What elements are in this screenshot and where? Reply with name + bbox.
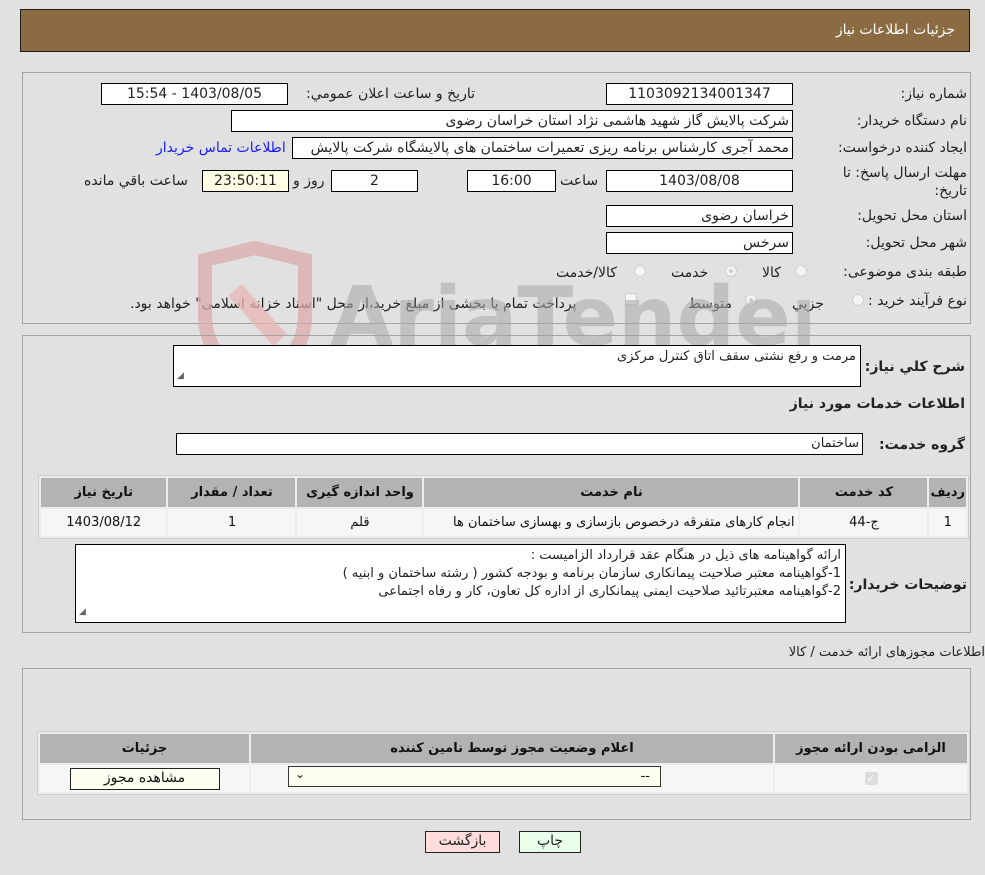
col-need-date: تاریخ نیاز	[41, 478, 167, 507]
category-label: طبقه بندی موضوعی:	[843, 264, 967, 280]
city-field: سرخس	[606, 232, 793, 254]
deadline-label: مهلت ارسال پاسخ: تا	[842, 165, 967, 181]
page-title: جزئيات اطلاعات نياز	[835, 22, 955, 38]
cell-permit-status: -- ⌄	[251, 765, 773, 792]
deadline-label-2: تاریخ:	[934, 183, 967, 199]
need-number-label: شماره نیاز:	[900, 86, 968, 102]
table-row: ✓ -- ⌄ مشاهده مجوز	[40, 765, 967, 792]
required-checkbox-checked-icon: ✓	[864, 772, 878, 785]
resize-grip-icon[interactable]: ◢	[177, 367, 184, 385]
process-radio-minor[interactable]	[852, 294, 864, 306]
services-table-header: رديف کد خدمت نام خدمت واحد اندازه گيری ت…	[41, 478, 966, 507]
process-option-medium: متوسط	[688, 296, 732, 312]
resize-grip-icon[interactable]: ◢	[79, 603, 86, 621]
chevron-down-icon: ⌄	[295, 767, 306, 781]
cell-permit-details: مشاهده مجوز	[40, 765, 249, 792]
deadline-time-label: ساعت	[560, 173, 599, 189]
back-button[interactable]: بازگشت	[425, 831, 500, 853]
category-radio-service[interactable]	[725, 265, 737, 277]
buyer-notes-textarea[interactable]: ارائه گواهینامه های ذیل در هنگام عقد قرا…	[75, 544, 846, 623]
province-label: استان محل تحویل:	[857, 208, 967, 224]
treasury-checkbox[interactable]	[625, 293, 637, 305]
permit-status-value: --	[640, 769, 650, 784]
description-textarea[interactable]: مرمت و رفع نشتی سقف اتاق کنترل مرکزی ◢	[173, 345, 861, 387]
permits-table: الزامی بودن ارائه مجوز اعلام وضعیت مجوز …	[37, 731, 970, 795]
buyer-org-label: نام دستگاه خریدار:	[856, 113, 967, 129]
buyer-notes-line-1: ارائه گواهینامه های ذیل در هنگام عقد قرا…	[530, 548, 841, 563]
creator-field: محمد آجری کارشناس برنامه ریزی تعمیرات سا…	[292, 137, 793, 159]
table-row: 1 ج-44 انجام کارهای متفرقه درخصوص بازساز…	[41, 509, 966, 536]
cell-row: 1	[929, 509, 966, 536]
col-row: رديف	[929, 478, 966, 507]
col-permit-details: جزئیات	[40, 734, 249, 763]
category-option-service: خدمت	[671, 265, 709, 281]
announce-date-field: 1403/08/05 - 15:54	[101, 83, 288, 105]
permits-section-title: اطلاعات مجوزهای ارائه خدمت / کالا	[788, 645, 985, 660]
creator-label: ایجاد کننده درخواست:	[838, 140, 967, 156]
permits-table-wrap: الزامی بودن ارائه مجوز اعلام وضعیت مجوز …	[37, 731, 970, 795]
category-radio-goods[interactable]	[795, 265, 807, 277]
time-remaining-field: 23:50:11	[202, 170, 289, 192]
col-service-code: کد خدمت	[800, 478, 928, 507]
days-label: روز و	[293, 173, 325, 189]
buyer-notes-line-3: 2-گواهینامه معتبرتائید صلاحیت ایمنی پیما…	[378, 584, 841, 599]
city-label: شهر محل تحویل:	[865, 235, 967, 251]
deadline-date-field: 1403/08/08	[606, 170, 793, 192]
category-option-goods-service: کالا/خدمت	[556, 265, 617, 281]
description-label: شرح کلي نياز:	[864, 359, 965, 375]
col-quantity: تعداد / مقدار	[168, 478, 296, 507]
permit-status-select[interactable]: -- ⌄	[288, 766, 661, 787]
col-permit-required: الزامی بودن ارائه مجوز	[775, 734, 967, 763]
cell-quantity: 1	[168, 509, 296, 536]
process-radio-medium[interactable]	[745, 294, 757, 306]
description-text: مرمت و رفع نشتی سقف اتاق کنترل مرکزی	[617, 349, 856, 364]
deadline-time-field: 16:00	[467, 170, 556, 192]
category-option-goods: کالا	[762, 265, 781, 281]
permits-table-header: الزامی بودن ارائه مجوز اعلام وضعیت مجوز …	[40, 734, 967, 763]
cell-unit: قلم	[297, 509, 423, 536]
service-group-field: ساختمان	[176, 433, 863, 455]
cell-need-date: 1403/08/12	[41, 509, 167, 536]
cell-service-name: انجام کارهای متفرقه درخصوص بازسازی و بهس…	[424, 509, 799, 536]
province-field: خراسان رضوی	[606, 205, 793, 227]
process-label: نوع فرآیند خرید :	[868, 293, 967, 309]
col-service-name: نام خدمت	[424, 478, 799, 507]
cell-service-code: ج-44	[800, 509, 928, 536]
service-group-label: گروه خدمت:	[879, 437, 965, 453]
cell-permit-required: ✓	[775, 765, 967, 792]
buyer-notes-label: توضيحات خريدار:	[848, 577, 967, 593]
col-permit-status: اعلام وضعیت مجوز توسط نامین کننده	[251, 734, 773, 763]
services-table-wrap: رديف کد خدمت نام خدمت واحد اندازه گيری ت…	[38, 475, 969, 539]
print-button[interactable]: چاپ	[519, 831, 581, 853]
buyer-contact-link[interactable]: اطلاعات تماس خریدار	[156, 140, 286, 156]
process-option-minor: جزيي	[792, 296, 824, 312]
buyer-notes-line-2: 1-گواهینامه معتبر صلاحیت پیمانکاری سازما…	[342, 566, 841, 581]
days-remaining-field: 2	[331, 170, 418, 192]
page-header: جزئيات اطلاعات نياز	[20, 9, 970, 52]
need-number-field: 1103092134001347	[606, 83, 793, 105]
col-unit: واحد اندازه گيری	[297, 478, 423, 507]
buyer-org-field: شرکت پالایش گاز شهید هاشمی نژاد استان خر…	[231, 110, 793, 132]
treasury-note: پرداخت تمام یا بخشی از مبلغ خرید،از محل …	[130, 296, 577, 312]
time-remaining-label: ساعت باقي مانده	[84, 173, 188, 189]
view-permit-button[interactable]: مشاهده مجوز	[69, 767, 220, 790]
services-table: رديف کد خدمت نام خدمت واحد اندازه گيری ت…	[38, 475, 969, 539]
announce-date-label: تاریخ و ساعت اعلان عمومي:	[306, 86, 475, 102]
services-section-title: اطلاعات خدمات مورد نياز	[789, 396, 965, 412]
category-radio-goods-service[interactable]	[634, 265, 646, 277]
